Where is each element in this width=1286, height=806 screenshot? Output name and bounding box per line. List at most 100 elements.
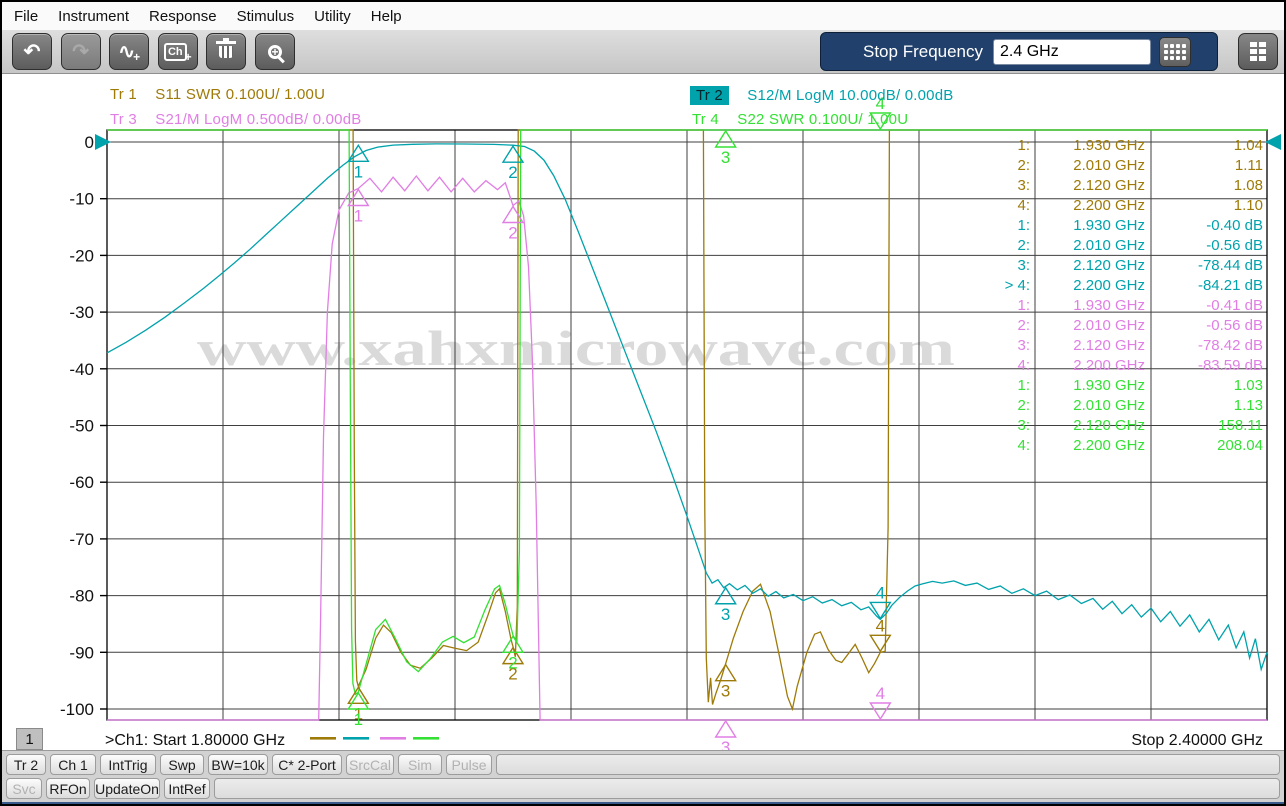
marker-2-tr2[interactable] [501, 144, 525, 163]
marker-3-label: 3 [721, 682, 730, 701]
trace2-header[interactable]: Tr 2 S12/M LogM 10.00dB/ 0.00dB [690, 86, 953, 105]
marker-1-tr1[interactable] [347, 685, 370, 705]
marker-number: 4: [1017, 357, 1030, 374]
status-svc[interactable]: Svc [6, 778, 42, 799]
y-axis-label: -40 [69, 360, 94, 379]
y-axis-label: -50 [69, 417, 94, 436]
menu-file[interactable]: File [14, 8, 38, 25]
marker-4-tr1[interactable] [869, 634, 892, 653]
menu-instrument[interactable]: Instrument [58, 8, 129, 25]
add-trace-button[interactable]: ∿ + [109, 33, 150, 70]
marker-frequency: 1.930 GHz [1073, 217, 1145, 234]
marker-2-tr3[interactable] [501, 205, 525, 224]
channel-tab-1[interactable]: 1 [16, 728, 43, 750]
y-axis-label: 0 [85, 133, 94, 152]
marker-number: 4: [1017, 197, 1030, 214]
status-inttrig[interactable]: IntTrig [100, 754, 156, 775]
y-axis-label: -10 [69, 190, 94, 209]
marker-number: 4: [1017, 437, 1030, 454]
zoom-in-button[interactable]: + [255, 33, 295, 70]
marker-3-tr2[interactable] [714, 586, 737, 605]
y-axis-label: -90 [69, 643, 94, 662]
status-rfon[interactable]: RFOn [46, 778, 90, 799]
status-intref[interactable]: IntRef [164, 778, 210, 799]
status-sim[interactable]: Sim [398, 754, 442, 775]
status-pulse[interactable]: Pulse [446, 754, 492, 775]
status-updateon[interactable]: UpdateOn [94, 778, 160, 799]
y-axis-label: -30 [69, 303, 94, 322]
keypad-button[interactable] [1159, 36, 1192, 67]
menu-help[interactable]: Help [371, 8, 402, 25]
marker-number: 2: [1017, 157, 1030, 174]
status-empty-panel [496, 754, 1280, 775]
marker-number: 1: [1017, 297, 1030, 314]
status-swp[interactable]: Swp [160, 754, 204, 775]
status-bw-10k[interactable]: BW=10k [208, 754, 268, 775]
marker-number: 1: [1017, 217, 1030, 234]
marker-3-tr3[interactable] [714, 719, 737, 738]
trace-tr3 [107, 174, 1267, 721]
marker-3-label: 3 [721, 605, 730, 624]
marker-3-tr4[interactable] [714, 129, 737, 148]
marker-1-label: 1 [354, 704, 363, 723]
trace4-definition: S22 SWR 0.100U/ 1.00U [737, 111, 909, 128]
trace1-header[interactable]: Tr 1 S11 SWR 0.100U/ 1.00U [110, 86, 325, 103]
marker-frequency: 2.120 GHz [1073, 177, 1145, 194]
legend-dash-tr2 [343, 737, 369, 740]
marker-value: 208.04 [1217, 437, 1263, 454]
marker-1-label: 1 [354, 206, 363, 225]
marker-value: -0.56 dB [1206, 237, 1263, 254]
side-menu-button[interactable] [1238, 33, 1278, 70]
trace1-name: Tr 1 [110, 86, 137, 103]
trace4-header[interactable]: Tr 4 S22 SWR 0.100U/ 1.00U [692, 111, 908, 128]
ref-level-pointer-left[interactable] [95, 134, 111, 150]
marker-frequency: 2.200 GHz [1073, 277, 1145, 294]
menu-response[interactable]: Response [149, 8, 217, 25]
stop-frequency-input[interactable] [993, 38, 1152, 65]
marker-frequency: 2.200 GHz [1073, 437, 1145, 454]
trace3-header[interactable]: Tr 3 S21/M LogM 0.500dB/ 0.00dB [110, 111, 361, 128]
status-ch-1[interactable]: Ch 1 [50, 754, 96, 775]
status-c-2-port[interactable]: C* 2-Port [272, 754, 342, 775]
plot-border [106, 129, 1268, 721]
status-tr-2[interactable]: Tr 2 [6, 754, 46, 775]
marker-number: 2: [1017, 237, 1030, 254]
menu-stimulus[interactable]: Stimulus [237, 8, 295, 25]
legend-dash-tr4 [413, 737, 439, 740]
status-srccal[interactable]: SrcCal [346, 754, 394, 775]
marker-3-tr1[interactable] [714, 663, 737, 682]
marker-1-tr2[interactable] [347, 143, 370, 162]
redo-button[interactable]: ↷ [60, 33, 101, 70]
marker-1-tr3[interactable] [347, 188, 370, 207]
marker-value: 1.08 [1234, 177, 1263, 194]
marker-number: 3: [1017, 257, 1030, 274]
y-axis-label: -80 [69, 587, 94, 606]
channel-start-text: >Ch1: Start 1.80000 GHz [105, 732, 285, 749]
add-channel-button[interactable]: Ch + [157, 33, 198, 70]
marker-1-tr4[interactable] [347, 691, 370, 710]
marker-number: 3: [1017, 337, 1030, 354]
y-axis-label: -60 [69, 473, 94, 492]
marker-number: 1: [1017, 137, 1030, 154]
trace2-active-badge: Tr 2 [690, 86, 729, 105]
marker-frequency: 1.930 GHz [1073, 297, 1145, 314]
marker-2-tr4[interactable] [501, 634, 525, 653]
marker-value: -0.41 dB [1206, 297, 1263, 314]
marker-frequency: 2.010 GHz [1073, 317, 1145, 334]
marker-value: -78.42 dB [1198, 337, 1263, 354]
marker-4-tr2[interactable] [869, 601, 892, 620]
menu-utility[interactable]: Utility [314, 8, 351, 25]
marker-2-tr1[interactable] [501, 646, 525, 665]
marker-value: -0.40 dB [1206, 217, 1263, 234]
channel-stop-text: Stop 2.40000 GHz [1131, 732, 1263, 749]
marker-4-tr3[interactable] [869, 702, 892, 721]
marker-frequency: 2.120 GHz [1073, 337, 1145, 354]
undo-button[interactable]: ↶ [12, 33, 52, 70]
delete-button[interactable] [206, 33, 247, 70]
ref-level-pointer-right[interactable] [1265, 134, 1281, 150]
menu-grid-icon [1250, 42, 1266, 61]
marker-frequency: 2.010 GHz [1073, 397, 1145, 414]
trace1-definition: S11 SWR 0.100U/ 1.00U [155, 86, 326, 103]
marker-value: 1.04 [1234, 137, 1263, 154]
marker-4-label: 4 [876, 616, 885, 635]
